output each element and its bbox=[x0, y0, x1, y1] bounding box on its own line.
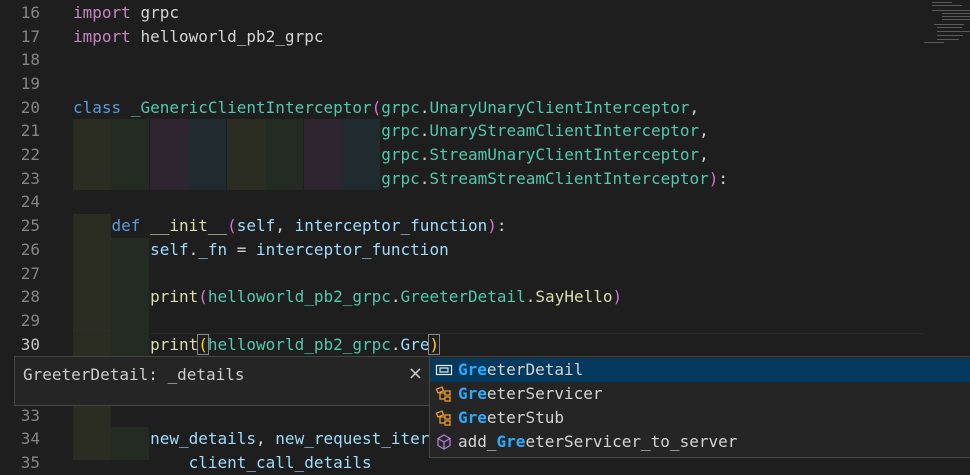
line-number: 18 bbox=[20, 50, 40, 69]
code-line[interactable]: 16 import grpc bbox=[0, 1, 925, 25]
code-text: print(helloworld_pb2_grpc.GreeterDetail.… bbox=[150, 287, 623, 306]
hover-tooltip: GreeterDetail: _details × bbox=[14, 356, 432, 406]
line-number: 23 bbox=[20, 169, 40, 188]
code-line-active[interactable]: 30 print(helloworld_pb2_grpc.Gre) bbox=[0, 333, 925, 357]
code-text: import grpc bbox=[73, 3, 179, 22]
suggestion-label: GreeterServicer bbox=[458, 384, 603, 403]
suggestion-label: GreeterDetail bbox=[458, 360, 584, 379]
code-text: class _GenericClientInterceptor(grpc.Una… bbox=[73, 98, 700, 117]
code-line[interactable]: 29 bbox=[0, 309, 925, 333]
line-number: 17 bbox=[20, 27, 40, 46]
code-line[interactable]: 23 grpc.StreamStreamClientInterceptor): bbox=[0, 167, 925, 191]
code-text: print(helloworld_pb2_grpc.Gre) bbox=[150, 334, 441, 355]
code-line[interactable]: 27 bbox=[0, 262, 925, 286]
line-number: 25 bbox=[20, 216, 40, 235]
line-number: 29 bbox=[20, 311, 40, 330]
code-text: grpc.StreamUnaryClientInterceptor, bbox=[381, 145, 709, 164]
code-line[interactable]: 17 import helloworld_pb2_grpc bbox=[0, 25, 925, 49]
field-icon bbox=[435, 364, 453, 376]
code-text: self._fn = interceptor_function bbox=[150, 240, 449, 259]
suggestion-item[interactable]: add_GreeterServicer_to_server bbox=[430, 430, 970, 454]
line-number: 33 bbox=[20, 406, 40, 425]
line-number: 24 bbox=[20, 192, 40, 211]
minimap[interactable] bbox=[922, 0, 970, 46]
code-line[interactable]: 28 print(helloworld_pb2_grpc.GreeterDeta… bbox=[0, 285, 925, 309]
class-icon bbox=[435, 386, 451, 402]
suggestion-item[interactable]: GreeterDetail bbox=[430, 358, 970, 382]
line-number: 35 bbox=[20, 453, 40, 472]
code-line[interactable]: 18 bbox=[0, 48, 925, 72]
code-text: import helloworld_pb2_grpc bbox=[73, 27, 324, 46]
close-icon[interactable]: × bbox=[408, 363, 423, 384]
code-line[interactable]: 25 def __init__(self, interceptor_functi… bbox=[0, 214, 925, 238]
suggestion-label: GreeterStub bbox=[458, 408, 564, 427]
suggest-widget[interactable]: GreeterDetail GreeterServicer GreeterStu… bbox=[429, 356, 970, 458]
code-text: def __init__(self, interceptor_function)… bbox=[111, 216, 507, 235]
suggestion-item[interactable]: GreeterServicer bbox=[430, 382, 970, 406]
line-number: 20 bbox=[20, 98, 40, 117]
line-number: 30 bbox=[20, 335, 40, 354]
suggestion-item[interactable]: GreeterStub bbox=[430, 406, 970, 430]
code-line[interactable]: 20 class _GenericClientInterceptor(grpc.… bbox=[0, 96, 925, 120]
line-number: 34 bbox=[20, 429, 40, 448]
code-text: new_details, new_request_iter bbox=[150, 429, 430, 448]
code-text: grpc.UnaryStreamClientInterceptor, bbox=[381, 121, 709, 140]
code-line[interactable]: 21 grpc.UnaryStreamClientInterceptor, bbox=[0, 119, 925, 143]
line-number: 19 bbox=[20, 74, 40, 93]
code-line[interactable]: 19 bbox=[0, 72, 925, 96]
method-icon bbox=[437, 434, 451, 450]
line-number: 28 bbox=[20, 287, 40, 306]
code-line[interactable]: 24 bbox=[0, 190, 925, 214]
code-text: client_call_details bbox=[188, 453, 372, 472]
line-number: 21 bbox=[20, 121, 40, 140]
hover-text: GreeterDetail: _details bbox=[23, 365, 245, 384]
code-line[interactable]: 22 grpc.StreamUnaryClientInterceptor, bbox=[0, 143, 925, 167]
suggestion-label: add_GreeterServicer_to_server bbox=[458, 432, 738, 451]
class-icon bbox=[435, 410, 451, 426]
line-number: 27 bbox=[20, 264, 40, 283]
code-text: grpc.StreamStreamClientInterceptor): bbox=[381, 169, 729, 188]
line-number: 16 bbox=[20, 3, 40, 22]
line-number: 22 bbox=[20, 145, 40, 164]
line-number: 26 bbox=[20, 240, 40, 259]
code-line[interactable]: 26 self._fn = interceptor_function bbox=[0, 238, 925, 262]
